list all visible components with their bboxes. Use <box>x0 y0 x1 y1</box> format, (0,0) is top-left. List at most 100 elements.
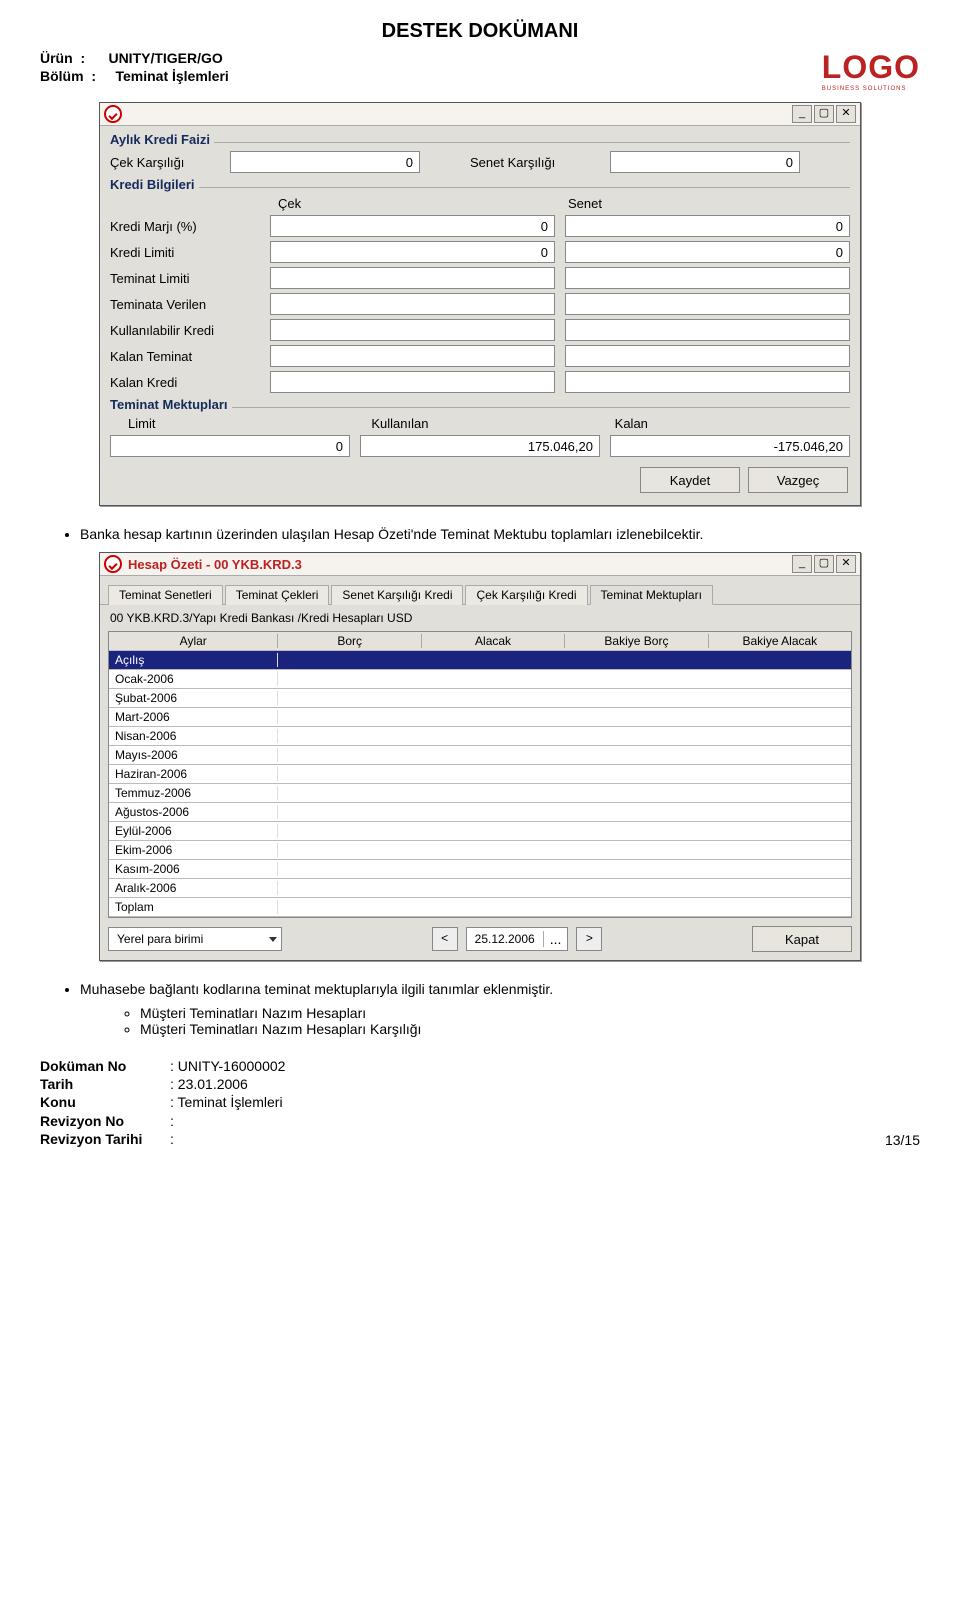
table-row[interactable]: Ağustos-2006 <box>109 803 851 822</box>
month-cell: Ağustos-2006 <box>109 805 278 819</box>
chevron-down-icon <box>269 937 277 942</box>
kredi-cek-input[interactable] <box>270 241 555 263</box>
tab-teminat-ekleri[interactable]: Teminat Çekleri <box>225 585 330 605</box>
kredi-row-label: Kullanılabilir Kredi <box>110 323 270 338</box>
kredi-row-label: Kalan Kredi <box>110 375 270 390</box>
summary-grid: AylarBorçAlacakBakiye BorçBakiye Alacak … <box>108 631 852 918</box>
grid-header-cell: Aylar <box>109 634 278 648</box>
month-cell: Haziran-2006 <box>109 767 278 781</box>
col-cek: Çek <box>270 196 560 211</box>
date-picker[interactable]: 25.12.2006 ... <box>466 927 569 951</box>
kredi-row: Kredi Marjı (%) <box>110 215 850 237</box>
month-cell: Aralık-2006 <box>109 881 278 895</box>
table-row[interactable]: Şubat-2006 <box>109 689 851 708</box>
next-button[interactable]: > <box>576 927 602 951</box>
prev-button[interactable]: < <box>432 927 458 951</box>
tm-kalan-label: Kalan <box>607 416 850 431</box>
dokno-label: Doküman No <box>40 1057 170 1075</box>
kredi-row: Teminata Verilen <box>110 293 850 315</box>
kredi-senet-input[interactable] <box>565 345 850 367</box>
grid-header-cell: Borç <box>278 634 421 648</box>
table-row[interactable]: Açılış <box>109 651 851 670</box>
kredi-cek-input[interactable] <box>270 267 555 289</box>
credit-window: _ ▢ ✕ Aylık Kredi Faizi Çek Karşılığı Se… <box>99 102 861 506</box>
kredi-senet-input[interactable] <box>565 319 850 341</box>
kredi-cek-input[interactable] <box>270 215 555 237</box>
urun-label: Ürün <box>40 50 73 66</box>
doc-header: Ürün : UNITY/TIGER/GO Bölüm : Teminat İş… <box>40 49 229 85</box>
table-row[interactable]: Haziran-2006 <box>109 765 851 784</box>
tm-kullanilan-label: Kullanılan <box>363 416 606 431</box>
paragraph-bullet-2: Muhasebe bağlantı kodlarına teminat mekt… <box>80 981 920 1037</box>
cek-karsiligi-label: Çek Karşılığı <box>110 155 230 170</box>
teminat-mektup-title: Teminat Mektupları <box>110 397 232 412</box>
month-cell: Ekim-2006 <box>109 843 278 857</box>
bolum-label: Bölüm <box>40 68 84 84</box>
month-cell: Kasım-2006 <box>109 862 278 876</box>
cek-karsiligi-input[interactable] <box>230 151 420 173</box>
revno-value: : <box>170 1113 174 1129</box>
month-cell: Toplam <box>109 900 278 914</box>
logo-subtitle: BUSINESS SOLUTIONS <box>822 86 920 92</box>
minimize-button[interactable]: _ <box>792 555 812 573</box>
kredi-senet-input[interactable] <box>565 267 850 289</box>
tm-kalan-input[interactable] <box>610 435 850 457</box>
revno-label: Revizyon No <box>40 1112 170 1130</box>
kredi-row-label: Kredi Marjı (%) <box>110 219 270 234</box>
kredi-senet-input[interactable] <box>565 371 850 393</box>
kredi-cek-input[interactable] <box>270 345 555 367</box>
restore-button[interactable]: ▢ <box>814 105 834 123</box>
tab--ek-kar-l-kredi[interactable]: Çek Karşılığı Kredi <box>465 585 587 605</box>
cancel-button[interactable]: Vazgeç <box>748 467 848 493</box>
sub-bullet: Müşteri Teminatları Nazım Hesapları Karş… <box>140 1021 920 1037</box>
table-row[interactable]: Mart-2006 <box>109 708 851 727</box>
tm-kullanilan-input[interactable] <box>360 435 600 457</box>
kredi-cek-input[interactable] <box>270 293 555 315</box>
month-cell: Ocak-2006 <box>109 672 278 686</box>
kredi-cek-input[interactable] <box>270 371 555 393</box>
tab-teminat-mektuplar-[interactable]: Teminat Mektupları <box>590 585 713 605</box>
save-button[interactable]: Kaydet <box>640 467 740 493</box>
month-cell: Açılış <box>109 653 278 667</box>
revtarih-label: Revizyon Tarihi <box>40 1130 170 1148</box>
date-dots-button[interactable]: ... <box>543 931 568 947</box>
tab-teminat-senetleri[interactable]: Teminat Senetleri <box>108 585 223 605</box>
minimize-button[interactable]: _ <box>792 105 812 123</box>
kredi-senet-input[interactable] <box>565 215 850 237</box>
senet-karsiligi-input[interactable] <box>610 151 800 173</box>
table-row[interactable]: Temmuz-2006 <box>109 784 851 803</box>
table-row[interactable]: Kasım-2006 <box>109 860 851 879</box>
account-path: 00 YKB.KRD.3/Yapı Kredi Bankası /Kredi H… <box>100 605 860 631</box>
table-row[interactable]: Ocak-2006 <box>109 670 851 689</box>
logo: LOGO BUSINESS SOLUTIONS <box>822 49 920 92</box>
currency-select[interactable]: Yerel para birimi <box>108 927 282 951</box>
table-row[interactable]: Aralık-2006 <box>109 879 851 898</box>
kredi-cek-input[interactable] <box>270 319 555 341</box>
close-button[interactable]: ✕ <box>836 555 856 573</box>
restore-button[interactable]: ▢ <box>814 555 834 573</box>
close-button[interactable]: ✕ <box>836 105 856 123</box>
kredi-row: Kalan Teminat <box>110 345 850 367</box>
month-cell: Eylül-2006 <box>109 824 278 838</box>
table-row[interactable]: Mayıs-2006 <box>109 746 851 765</box>
kredi-row-label: Teminat Limiti <box>110 271 270 286</box>
table-row[interactable]: Nisan-2006 <box>109 727 851 746</box>
kredi-senet-input[interactable] <box>565 241 850 263</box>
kredi-row: Kredi Limiti <box>110 241 850 263</box>
table-row[interactable]: Ekim-2006 <box>109 841 851 860</box>
table-row[interactable]: Eylül-2006 <box>109 822 851 841</box>
table-row[interactable]: Toplam <box>109 898 851 917</box>
kredi-row: Kullanılabilir Kredi <box>110 319 850 341</box>
tarih-value: : 23.01.2006 <box>170 1076 248 1092</box>
tm-limit-input[interactable] <box>110 435 350 457</box>
month-cell: Şubat-2006 <box>109 691 278 705</box>
tarih-label: Tarih <box>40 1075 170 1093</box>
col-senet: Senet <box>560 196 850 211</box>
kapat-button[interactable]: Kapat <box>752 926 852 952</box>
tab-senet-kar-l-kredi[interactable]: Senet Karşılığı Kredi <box>331 585 463 605</box>
grid-header-cell: Bakiye Alacak <box>709 634 851 648</box>
revtarih-value: : <box>170 1131 174 1147</box>
kredi-senet-input[interactable] <box>565 293 850 315</box>
logo-text: LOGO <box>822 49 920 86</box>
kredi-row-label: Kredi Limiti <box>110 245 270 260</box>
